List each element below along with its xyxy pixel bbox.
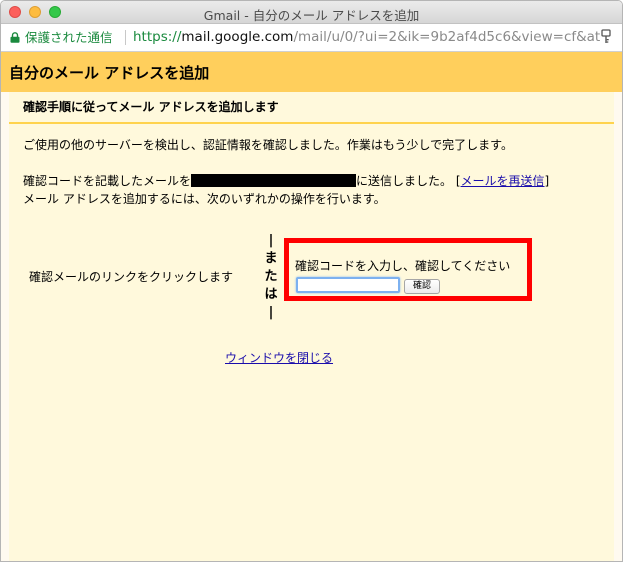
address-separator [125,30,126,45]
url-host: mail.google.com [181,29,294,45]
page-subtitle: 確認手順に従ってメール アドレスを追加します [23,100,279,114]
content-panel: 確認手順に従ってメール アドレスを追加します ご使用の他のサーバーを検出し、認証… [9,92,614,561]
redacted-email [191,174,357,187]
url-text[interactable]: https://mail.google.com/mail/u/0/?ui=2&i… [133,24,613,51]
header-divider [9,122,614,124]
verification-code-input[interactable] [296,277,400,293]
sent-prefix: 確認コードを記載したメールを [23,174,192,188]
browser-window: Gmail - 自分のメール アドレスを追加 保護された通信 https://m… [0,0,623,562]
sent-message: 確認コードを記載したメールを に送信しました。 [メールを再送信] [23,172,549,189]
option-click-link-text: 確認メールのリンクをクリックします [29,270,234,284]
lock-icon [10,32,20,43]
resend-email-link[interactable]: メールを再送信 [461,174,545,188]
window-title: Gmail - 自分のメール アドレスを追加 [203,8,420,23]
intro-text: ご使用の他のサーバーを検出し、認証情報を確認しました。作業はもう少しで完了します… [23,138,513,152]
key-icon[interactable] [600,29,612,45]
title-bar: Gmail - 自分のメール アドレスを追加 [1,1,622,24]
or-bar-top: | [268,233,274,248]
url-path: /mail/u/0/?ui=2&ik=9b2af4d5c6&view=cf&at… [293,29,614,45]
or-bar-bottom: | [268,305,274,320]
or-char: た [264,269,278,284]
verification-code-box: 確認コードを入力し、確認してください 確認 [284,238,532,301]
or-divider: | ま た は | [262,232,280,322]
close-window-link[interactable]: ウィンドウを閉じる [225,349,333,366]
sent-suffix: に送信しました。 [ [356,174,461,188]
instruction-text: メール アドレスを追加するには、次のいずれかの操作を行います。 [23,192,386,206]
or-char: ま [264,251,278,266]
page-title: 自分のメール アドレスを追加 [9,64,210,82]
or-char: は [264,287,278,302]
bracket-close: ] [544,174,550,188]
secure-connection-label[interactable]: 保護された通信 [25,24,113,51]
page-header: 自分のメール アドレスを追加 [1,52,622,92]
address-bar[interactable]: 保護された通信 https://mail.google.com/mail/u/0… [1,24,622,52]
url-scheme: https:// [133,29,182,45]
code-prompt: 確認コードを入力し、確認してください [295,259,511,273]
confirm-button[interactable]: 確認 [404,279,440,294]
